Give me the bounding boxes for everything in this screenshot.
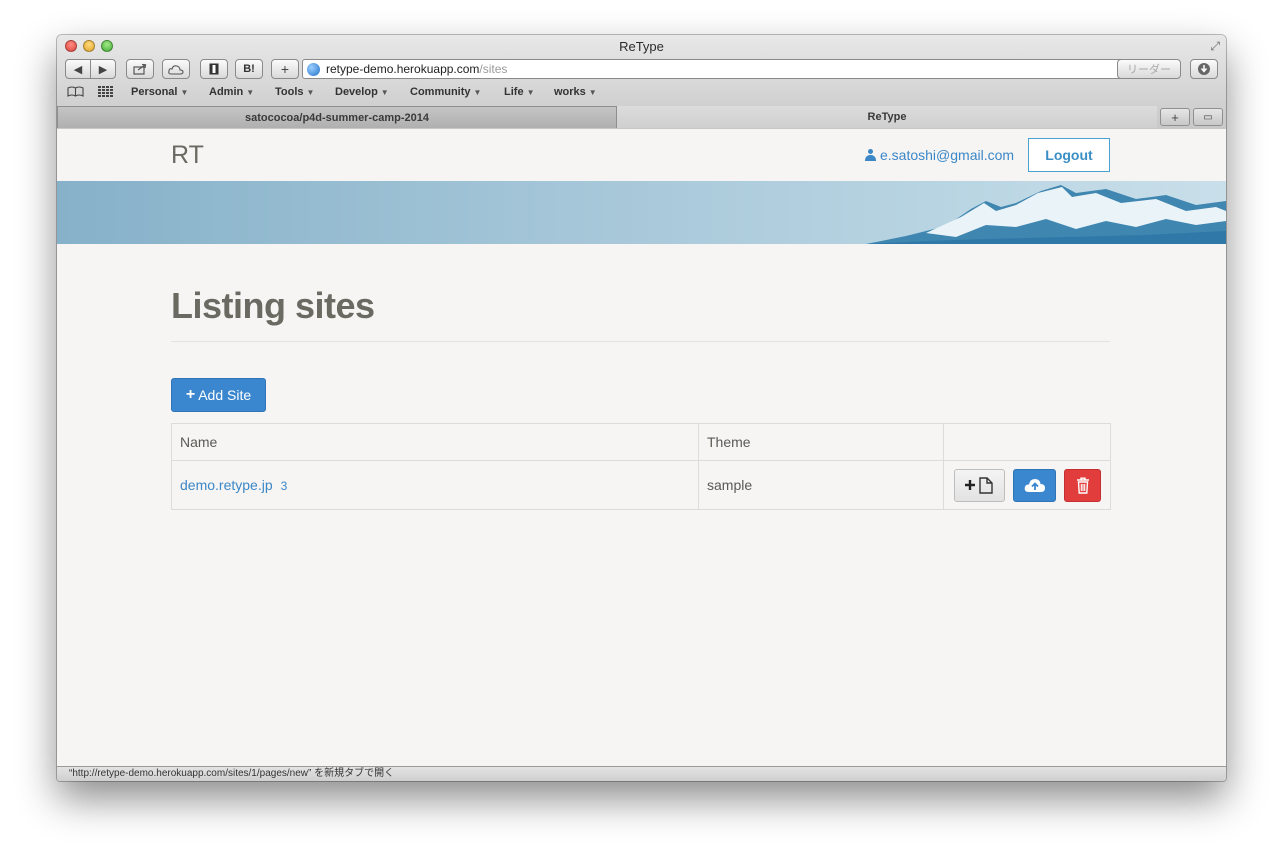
- new-page-icon: [964, 477, 993, 494]
- bookmark-label: Admin: [209, 86, 244, 98]
- bookmark-label: Community: [410, 86, 471, 98]
- bookmarklet-icon: [209, 63, 219, 75]
- bookmark-folder-tools[interactable]: Tools ▼: [275, 86, 314, 98]
- share-button[interactable]: [126, 59, 154, 79]
- chevron-down-icon: ▼: [180, 88, 189, 97]
- plus-icon: +: [185, 386, 196, 403]
- browser-chrome: ReType ⤢ ◀ ▶ B! + retype-demo.herokuapp.…: [57, 35, 1226, 130]
- back-arrow-icon: ◀: [73, 63, 83, 76]
- reader-button[interactable]: リーダー: [1117, 59, 1181, 79]
- new-page-button[interactable]: [954, 468, 1005, 502]
- tab-retype[interactable]: ReType: [617, 106, 1157, 128]
- globe-icon: [307, 62, 320, 76]
- new-tab-button[interactable]: +: [1160, 108, 1190, 126]
- status-bar: “http://retype-demo.herokuapp.com/sites/…: [57, 766, 1226, 781]
- bookmark-folder-life[interactable]: Life ▼: [504, 86, 534, 98]
- bookmark-folder-personal[interactable]: Personal ▼: [131, 86, 188, 98]
- add-site-label: Add Site: [198, 387, 252, 403]
- chevron-down-icon: ▼: [306, 88, 315, 97]
- site-link[interactable]: demo.retype.jp: [180, 477, 273, 493]
- user-account-link[interactable]: e.satoshi@gmail.com: [865, 147, 1014, 163]
- main-content: Listing sites + Add Site Name Theme demo…: [171, 244, 1111, 510]
- column-header-name: Name: [171, 423, 699, 461]
- site-theme-cell: sample: [698, 460, 944, 510]
- bookmark-folder-admin[interactable]: Admin ▼: [209, 86, 254, 98]
- sites-table: Name Theme demo.retype.jp 3 sample: [171, 423, 1111, 510]
- site-actions-cell: [943, 460, 1111, 510]
- logout-button[interactable]: Logout: [1028, 138, 1110, 172]
- bookmark-label: Life: [504, 86, 524, 98]
- chevron-down-icon: ▼: [588, 88, 597, 97]
- chevron-down-icon: ▼: [526, 88, 535, 97]
- plus-icon: +: [280, 61, 290, 77]
- url-path: /sites: [479, 62, 508, 76]
- share-icon: [133, 63, 147, 75]
- tab-label: ReType: [867, 111, 907, 123]
- tab-overview-button[interactable]: ▭: [1193, 108, 1223, 126]
- instapaper-button[interactable]: [200, 59, 228, 79]
- address-bar[interactable]: retype-demo.herokuapp.com/sites ↻: [302, 59, 1176, 79]
- brand-logo[interactable]: RT: [171, 141, 204, 170]
- reading-list-icon[interactable]: [67, 86, 84, 100]
- table-row: demo.retype.jp 3 sample: [171, 460, 1111, 510]
- top-sites-icon[interactable]: [98, 86, 114, 101]
- tab-overview-icon: ▭: [1203, 111, 1213, 123]
- user-icon: [865, 149, 876, 161]
- publish-button[interactable]: [1013, 468, 1056, 502]
- bookmark-folder-develop[interactable]: Develop ▼: [335, 86, 389, 98]
- plus-icon: +: [1171, 109, 1179, 125]
- row-actions: [952, 468, 1102, 502]
- reader-label: リーダー: [1127, 64, 1171, 76]
- bookmark-label: Tools: [275, 86, 304, 98]
- column-header-actions: [943, 423, 1111, 461]
- url-host: retype-demo.herokuapp.com: [326, 62, 480, 76]
- user-email: e.satoshi@gmail.com: [880, 147, 1015, 163]
- back-button[interactable]: ◀: [65, 59, 91, 79]
- forward-button[interactable]: ▶: [90, 59, 116, 79]
- hatena-bookmark-button[interactable]: B!: [235, 59, 263, 79]
- browser-window: ReType ⤢ ◀ ▶ B! + retype-demo.herokuapp.…: [57, 35, 1226, 781]
- chevron-down-icon: ▼: [246, 88, 255, 97]
- forward-arrow-icon: ▶: [98, 63, 108, 76]
- downloads-button[interactable]: [1190, 59, 1218, 79]
- delete-site-button[interactable]: [1064, 468, 1101, 502]
- window-title: ReType: [619, 39, 664, 54]
- divider: [171, 341, 1110, 342]
- chevron-down-icon: ▼: [380, 88, 389, 97]
- download-icon: [1198, 63, 1210, 75]
- tab-bar: satococoa/p4d-summer-camp-2014 ReType + …: [57, 106, 1226, 129]
- fullscreen-icon[interactable]: ⤢: [1210, 39, 1220, 54]
- tab-label: satococoa/p4d-summer-camp-2014: [244, 111, 429, 124]
- trash-icon: [1076, 477, 1089, 494]
- site-name-cell: demo.retype.jp 3: [171, 460, 699, 510]
- web-page: RT e.satoshi@gmail.com Logout Listing si…: [57, 129, 1226, 766]
- bookmark-folder-works[interactable]: works ▼: [554, 86, 597, 98]
- table-header-row: Name Theme: [171, 423, 1111, 461]
- browser-toolbar: ◀ ▶ B! + retype-demo.herokuapp.com/sites…: [65, 59, 1220, 81]
- bookmark-label: Develop: [335, 86, 378, 98]
- bookmark-label: Personal: [131, 86, 178, 98]
- bookmark-label: works: [554, 86, 586, 98]
- chevron-down-icon: ▼: [473, 88, 482, 97]
- cloud-icon: [168, 64, 184, 75]
- page-count-badge: 3: [280, 479, 288, 493]
- mountain-banner: [57, 181, 1226, 244]
- icloud-tabs-button[interactable]: [162, 59, 190, 79]
- add-site-button[interactable]: + Add Site: [171, 378, 266, 412]
- tab-github[interactable]: satococoa/p4d-summer-camp-2014: [57, 106, 617, 128]
- cloud-upload-icon: [1024, 479, 1045, 492]
- add-bookmark-button[interactable]: +: [271, 59, 299, 79]
- hatena-label: B!: [243, 63, 255, 75]
- site-navbar: RT e.satoshi@gmail.com Logout: [57, 129, 1226, 182]
- page-title: Listing sites: [171, 285, 375, 326]
- mountain-image: [866, 185, 1226, 244]
- column-header-theme: Theme: [698, 423, 944, 461]
- bookmark-folder-community[interactable]: Community ▼: [410, 86, 481, 98]
